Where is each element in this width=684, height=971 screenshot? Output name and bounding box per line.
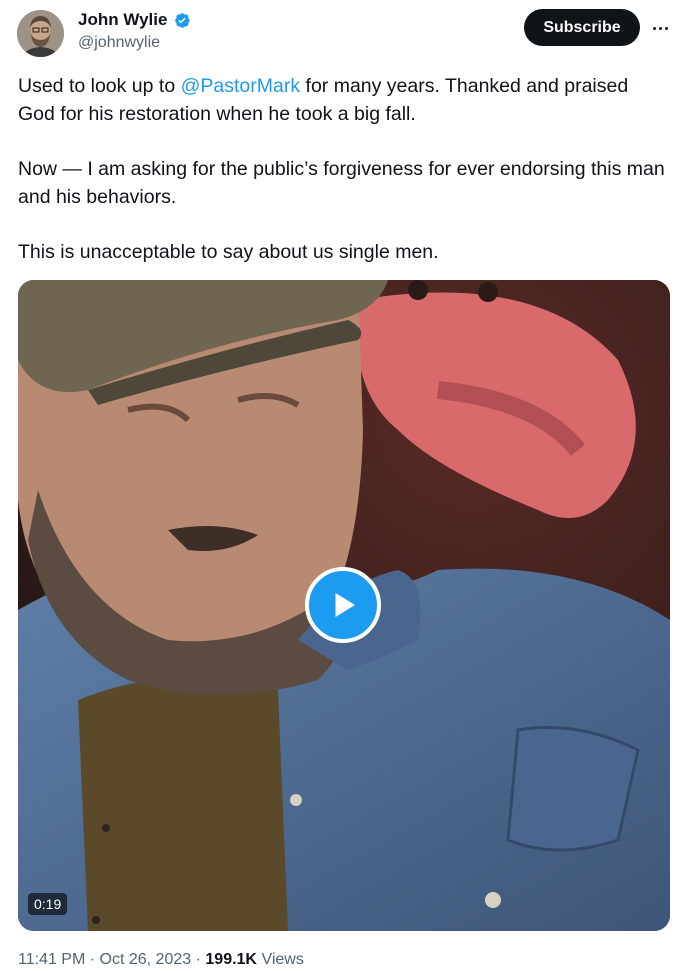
avatar[interactable] bbox=[17, 10, 64, 57]
verified-badge-icon bbox=[172, 11, 191, 30]
tweet-date[interactable]: Oct 26, 2023 bbox=[100, 951, 192, 968]
meta-separator: · bbox=[195, 951, 201, 968]
tweet-paragraph-3: This is unacceptable to say about us sin… bbox=[18, 241, 439, 263]
tweet-text-before-mention: Used to look up to bbox=[18, 75, 181, 97]
mention-link[interactable]: @PastorMark bbox=[181, 75, 301, 97]
author-name-row[interactable]: John Wylie bbox=[78, 10, 191, 30]
play-icon bbox=[335, 593, 355, 617]
tweet-paragraph-2: Now — I am asking for the public’s forgi… bbox=[18, 158, 665, 208]
tweet-time[interactable]: 11:41 PM bbox=[18, 951, 85, 968]
views-label: Views bbox=[261, 951, 304, 968]
meta-separator: · bbox=[89, 951, 96, 968]
subscribe-button[interactable]: Subscribe bbox=[524, 9, 640, 46]
author-display-name[interactable]: John Wylie bbox=[78, 10, 167, 30]
play-button[interactable] bbox=[305, 567, 381, 643]
tweet-meta: 11:41 PM · Oct 26, 2023 · 199.1K Views bbox=[18, 950, 304, 970]
video-duration-badge: 0:19 bbox=[28, 893, 68, 915]
tweet-text: Used to look up to @PastorMark for many … bbox=[18, 72, 668, 293]
tweet-paragraph-1: Used to look up to @PastorMark for many … bbox=[18, 72, 668, 128]
views-count: 199.1K bbox=[205, 951, 257, 968]
author-handle[interactable]: @johnwylie bbox=[78, 33, 160, 53]
more-horizontal-icon[interactable] bbox=[649, 18, 671, 38]
